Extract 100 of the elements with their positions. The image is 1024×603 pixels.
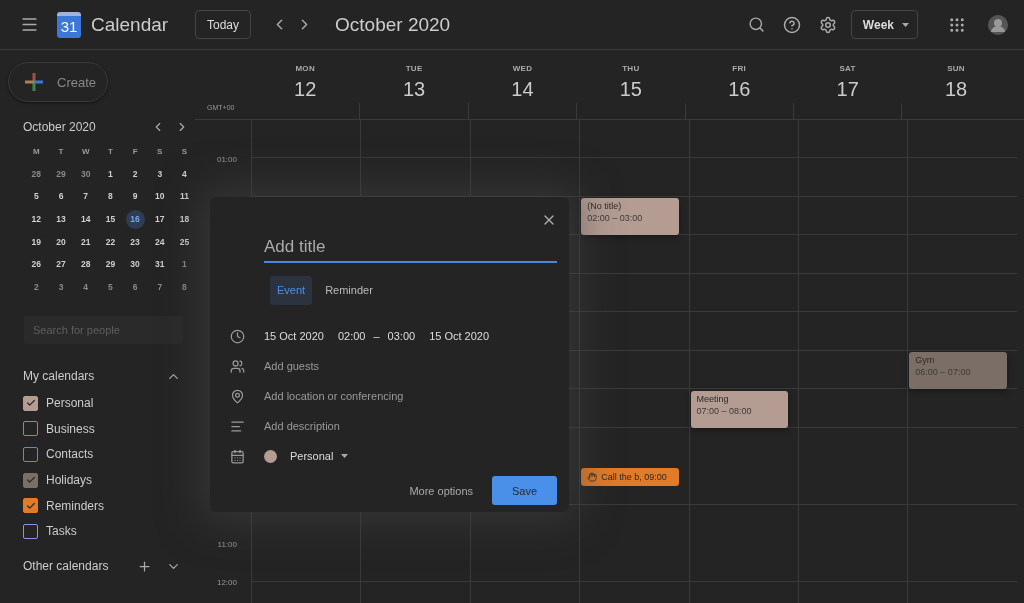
date-cell[interactable]: 16 [125, 209, 145, 229]
date-cell[interactable]: 30 [122, 252, 148, 276]
add-guests[interactable]: Add guests [264, 360, 320, 372]
date-cell[interactable]: 14 [73, 207, 99, 231]
date-cell[interactable]: 17 [147, 207, 173, 231]
date-cell[interactable]: 9 [122, 185, 148, 208]
start-time[interactable]: 02:00 [337, 330, 366, 342]
date-cell[interactable]: 6 [122, 275, 148, 299]
date-cell[interactable]: 8 [172, 275, 197, 299]
day-number[interactable]: 12 [294, 78, 317, 101]
date-cell[interactable]: 29 [98, 252, 123, 276]
weekday-label: SUN [947, 64, 965, 73]
avatar[interactable] [988, 14, 1008, 35]
date-cell[interactable]: 23 [122, 230, 148, 253]
reminder-chip[interactable]: Call the b, 09:00 [581, 467, 679, 486]
date-cell[interactable]: 22 [98, 230, 123, 253]
weekday-label: S [156, 145, 164, 158]
weekday-label: THU [622, 64, 640, 73]
weekday-label: W [80, 145, 91, 158]
location-icon [229, 388, 245, 404]
more-options-button[interactable]: More options [403, 483, 479, 498]
date-cell[interactable]: 1 [172, 252, 197, 276]
view-dropdown[interactable]: Week [850, 10, 918, 39]
day-number[interactable]: 14 [511, 78, 534, 101]
weekday-label: TUE [405, 64, 423, 73]
weekday-label: MON [295, 64, 315, 73]
time-label: 12:00 [216, 577, 237, 587]
settings-icon[interactable] [818, 15, 837, 34]
date-cell[interactable]: 28 [73, 252, 99, 276]
tab[interactable]: Event [270, 275, 313, 305]
checkbox[interactable] [23, 421, 38, 437]
date-cell[interactable]: 4 [172, 162, 197, 186]
date-cell[interactable]: 3 [147, 162, 173, 186]
date-cell[interactable]: 7 [147, 275, 173, 299]
day-number[interactable]: 16 [728, 78, 751, 101]
day-number[interactable]: 17 [836, 78, 859, 101]
apps-icon[interactable] [948, 15, 966, 34]
date-cell[interactable]: 10 [147, 185, 173, 208]
end-time[interactable]: 03:00 [387, 330, 416, 342]
date-cell[interactable]: 3 [48, 275, 74, 299]
date-cell[interactable]: 5 [24, 185, 49, 208]
add-icon[interactable] [137, 558, 152, 574]
date-cell[interactable]: 7 [73, 185, 99, 208]
date-cell[interactable]: 21 [73, 230, 99, 253]
date-cell[interactable]: 8 [98, 185, 123, 208]
date-cell[interactable]: 28 [24, 162, 49, 186]
save-button[interactable]: Save [492, 476, 557, 505]
event-card[interactable]: (No title) 02:00 – 03:00 [581, 198, 679, 235]
event-title: Meeting [696, 393, 730, 404]
event-card[interactable]: Meeting 07:00 – 08:00 [690, 390, 788, 428]
date-cell[interactable]: 1 [98, 162, 123, 186]
calendar-dropdown[interactable]: Personal [290, 450, 349, 462]
date-cell[interactable]: 5 [98, 275, 123, 299]
weekday-label: S [180, 145, 189, 158]
start-date[interactable]: 15 Oct 2020 [264, 330, 324, 342]
date-cell[interactable]: 19 [24, 230, 49, 253]
weekday-label: T [57, 145, 65, 158]
calendar-icon [229, 448, 245, 464]
day-number[interactable]: 15 [619, 78, 642, 101]
event-title: Gym [915, 355, 936, 365]
day-column[interactable]: Meeting 07:00 – 08:00 [688, 120, 798, 603]
checkbox[interactable] [23, 446, 38, 462]
date-cell[interactable]: 11 [172, 185, 197, 208]
calendar-name: Business [46, 421, 95, 436]
date-cell[interactable]: 31 [147, 252, 173, 276]
month-title: October 2020 [23, 120, 97, 134]
date-cell[interactable]: 13 [48, 207, 74, 231]
checkbox[interactable] [23, 523, 38, 539]
date-cell[interactable]: 2 [122, 162, 148, 186]
date-cell[interactable]: 29 [48, 162, 74, 186]
day-number[interactable]: 18 [944, 78, 968, 101]
date-cell[interactable]: 18 [172, 207, 197, 231]
checkbox[interactable] [23, 472, 38, 488]
date-cell[interactable]: 6 [48, 185, 74, 208]
checkbox[interactable] [23, 498, 38, 514]
tab[interactable]: Reminder [318, 275, 380, 305]
date-cell[interactable]: 24 [147, 230, 173, 253]
day-column[interactable]: (No title) 02:00 – 03:00 Call the b, 09:00 [579, 120, 689, 603]
section-title: My calendars [23, 369, 96, 384]
help-icon[interactable] [782, 15, 801, 34]
date-cell[interactable]: 25 [172, 230, 197, 253]
today-button[interactable]: Today [195, 10, 252, 39]
menu-icon[interactable] [20, 15, 39, 34]
date-cell[interactable]: 15 [98, 207, 123, 231]
end-date[interactable]: 15 Oct 2020 [429, 330, 490, 342]
date-cell[interactable]: 27 [48, 252, 74, 276]
day-number[interactable]: 13 [402, 78, 426, 101]
create-button[interactable]: Create [8, 62, 108, 102]
date-cell[interactable]: 30 [73, 162, 99, 186]
date-cell[interactable]: 26 [24, 252, 49, 276]
title-field[interactable]: Add title [264, 233, 557, 263]
date-cell[interactable]: 4 [73, 275, 99, 299]
clock-icon [229, 328, 245, 344]
add-location[interactable]: Add location or conferencing [264, 390, 404, 402]
search-icon[interactable] [747, 16, 765, 33]
date-cell[interactable]: 20 [48, 230, 74, 253]
date-cell[interactable]: 2 [24, 275, 49, 299]
date-cell[interactable]: 12 [24, 207, 49, 231]
add-description[interactable]: Add description [264, 420, 340, 432]
checkbox[interactable] [23, 395, 38, 411]
